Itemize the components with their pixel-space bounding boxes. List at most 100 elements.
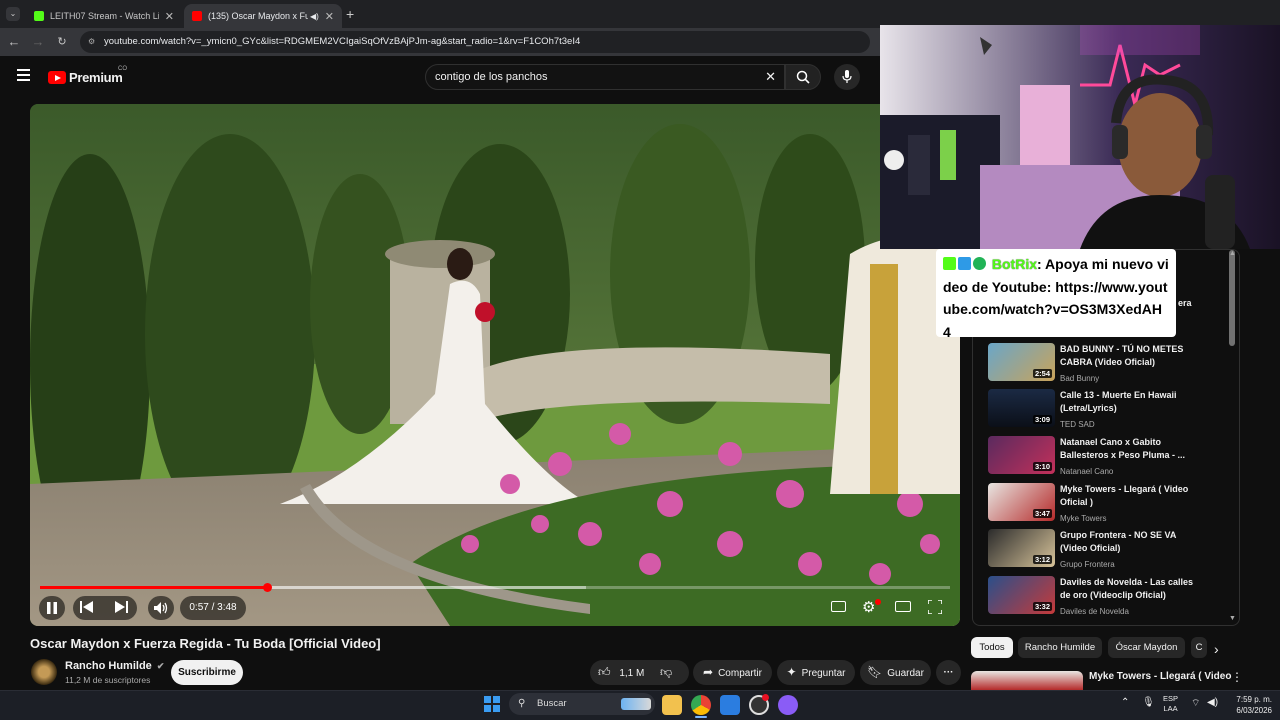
close-tab-icon[interactable]: ✕ [325, 10, 334, 23]
microphone-icon [842, 70, 852, 83]
wifi-icon[interactable]: ⌔ [1191, 697, 1200, 710]
taskbar-clock[interactable]: 7:59 p. m. 6/03/2026 [1222, 694, 1272, 716]
subtitles-icon[interactable] [831, 601, 846, 612]
tab-youtube-video[interactable]: (135) Oscar Maydon x Fuerza ◀) ✕ [184, 4, 342, 28]
lang-line-1: ESP [1163, 694, 1179, 703]
seek-bar[interactable] [40, 583, 950, 592]
taskbar-search[interactable]: ⚲ Buscar [509, 693, 655, 715]
kick-favicon-icon [34, 11, 44, 21]
forward-arrow-icon[interactable]: → [30, 34, 46, 50]
duration-badge: 3:32 [1032, 602, 1052, 611]
video-title: Oscar Maydon x Fuerza Regida - Tu Boda [… [30, 636, 381, 651]
new-tab-button[interactable]: + [346, 6, 354, 22]
menu-icon[interactable] [17, 69, 30, 81]
scroll-up-icon[interactable]: ▲ [1229, 250, 1236, 257]
theater-mode-icon[interactable] [895, 601, 911, 612]
tab-search-icon[interactable]: ⌄ [6, 7, 20, 21]
search-icon [796, 70, 810, 84]
ask-button[interactable]: ✦ Preguntar [777, 660, 855, 685]
chip-partial[interactable]: C [1191, 637, 1207, 658]
chevron-up-icon[interactable]: ⌃ [1121, 697, 1129, 708]
recommendation-title[interactable]: Myke Towers - Llegará ( Video [1089, 671, 1231, 682]
search-input[interactable]: contigo de los panchos ✕ [425, 64, 785, 90]
more-actions-button[interactable]: ··· [936, 660, 961, 685]
previous-button[interactable] [80, 600, 98, 616]
more-vertical-icon[interactable]: ⋮ [1231, 670, 1243, 684]
search-button[interactable] [785, 64, 821, 90]
tab-leith07-stream[interactable]: LEITH07 Stream - Watch Live on ✕ [26, 4, 182, 28]
ask-label: Preguntar [801, 668, 846, 679]
volume-button[interactable] [148, 596, 174, 620]
bookmark-icon: 🔖︎ [867, 665, 883, 679]
video-thumbnail: 3:32 [988, 576, 1055, 614]
pause-button[interactable] [39, 596, 65, 620]
active-app-indicator [695, 716, 707, 718]
chip-all[interactable]: Todos [971, 637, 1013, 658]
chip-rancho-humilde[interactable]: Rancho Humilde [1018, 637, 1102, 658]
app-purple-icon[interactable] [778, 695, 798, 715]
clear-search-icon[interactable]: ✕ [765, 65, 776, 89]
save-button[interactable]: 🔖︎ Guardar [860, 660, 931, 685]
playlist-item-title: BAD BUNNY - TÚ NO METES CABRA (Video Ofi… [1060, 344, 1184, 367]
duration-badge: 3:12 [1032, 555, 1052, 564]
like-count: 1,1 M [619, 668, 645, 679]
playlist-item-channel: Bad Bunny [1060, 374, 1100, 383]
address-bar[interactable]: ⚙ youtube.com/watch?v=_ymicn0_GYc&list=R… [80, 31, 870, 53]
microphone-tray-icon[interactable]: 🎙︎ [1142, 697, 1155, 708]
channel-name-text: Rancho Humilde [65, 660, 152, 672]
playlist-item[interactable]: 2:54 BAD BUNNY - TÚ NO METES CABRA (Vide… [988, 343, 1228, 383]
playlist-item[interactable]: 3:09 Calle 13 - Muerte En Hawaii (Letra/… [988, 389, 1228, 429]
youtube-premium-logo[interactable]: Premium CO [48, 66, 127, 85]
back-arrow-icon[interactable]: ← [6, 34, 22, 50]
more-horizontal-icon: ··· [943, 667, 954, 678]
speaker-icon[interactable]: ◀) [310, 12, 319, 21]
playlist-item-channel: Natanael Cano [1060, 467, 1114, 476]
sparkle-icon: ✦ [786, 665, 797, 679]
tab-label: (135) Oscar Maydon x Fuerza [208, 11, 308, 21]
taskbar-search-placeholder: Buscar [537, 698, 567, 709]
playlist-item-title: Grupo Frontera - NO SE VA (Video Oficial… [1060, 530, 1177, 553]
playlist-item[interactable]: 3:47 Myke Towers - Llegará ( Video Ofici… [988, 483, 1228, 523]
next-button[interactable] [114, 600, 132, 616]
volume-tray-icon[interactable]: ◀) [1207, 697, 1218, 708]
channel-name[interactable]: Rancho Humilde ✔ [65, 660, 164, 672]
notification-dot-icon [762, 694, 769, 701]
share-button[interactable]: ➦ Compartir [693, 660, 772, 685]
video-thumbnail: 3:10 [988, 436, 1055, 474]
recommendation-thumbnail[interactable] [971, 671, 1083, 690]
like-button[interactable]: 👍︎ 1,1 M [598, 660, 644, 685]
site-info-icon[interactable]: ⚙ [88, 31, 95, 53]
scroll-down-icon[interactable]: ▼ [1229, 615, 1236, 622]
channel-avatar[interactable] [31, 659, 57, 685]
logo-region: CO [118, 66, 127, 72]
playlist-item[interactable]: 3:32 Daviles de Novelda - Las calles de … [988, 576, 1228, 616]
playlist-scrollbar[interactable] [1229, 250, 1235, 346]
video-thumbnail: 3:09 [988, 389, 1055, 427]
settings-icon[interactable]: ⚙ [862, 598, 875, 616]
store-icon[interactable] [720, 695, 740, 715]
webcam-scene [880, 25, 1280, 249]
language-indicator[interactable]: ESP LAA [1163, 694, 1178, 714]
search-highlight-icon [621, 698, 651, 710]
file-explorer-icon[interactable] [662, 695, 682, 715]
reload-icon[interactable]: ↻ [54, 34, 70, 50]
chip-oscar-maydon[interactable]: Óscar Maydon [1108, 637, 1185, 658]
video-player[interactable] [30, 104, 960, 626]
browser-toolbar: ← → ↻ ⚙ youtube.com/watch?v=_ymicn0_GYc&… [0, 28, 880, 56]
voice-search-button[interactable] [834, 64, 860, 90]
chrome-icon[interactable] [691, 695, 711, 715]
seek-handle[interactable] [263, 583, 272, 592]
playlist-item[interactable]: 3:10 Natanael Cano x Gabito Ballesteros … [988, 436, 1228, 476]
subscribe-button[interactable]: Suscribirme [171, 660, 243, 685]
close-tab-icon[interactable]: ✕ [165, 10, 174, 23]
youtube-logo-icon [48, 71, 66, 84]
playlist-item-channel: Daviles de Novelda [1060, 607, 1129, 616]
fullscreen-icon[interactable] [927, 599, 943, 615]
playlist-item[interactable]: 3:12 Grupo Frontera - NO SE VA (Video Of… [988, 529, 1228, 569]
chevron-right-icon[interactable]: › [1214, 641, 1219, 657]
pause-icon [47, 602, 57, 614]
windows-start-icon[interactable] [484, 696, 500, 712]
previous-icon [80, 601, 93, 613]
thumbs-up-icon: 👍︎ [598, 665, 611, 679]
dislike-button[interactable]: 👎︎ [660, 660, 672, 685]
